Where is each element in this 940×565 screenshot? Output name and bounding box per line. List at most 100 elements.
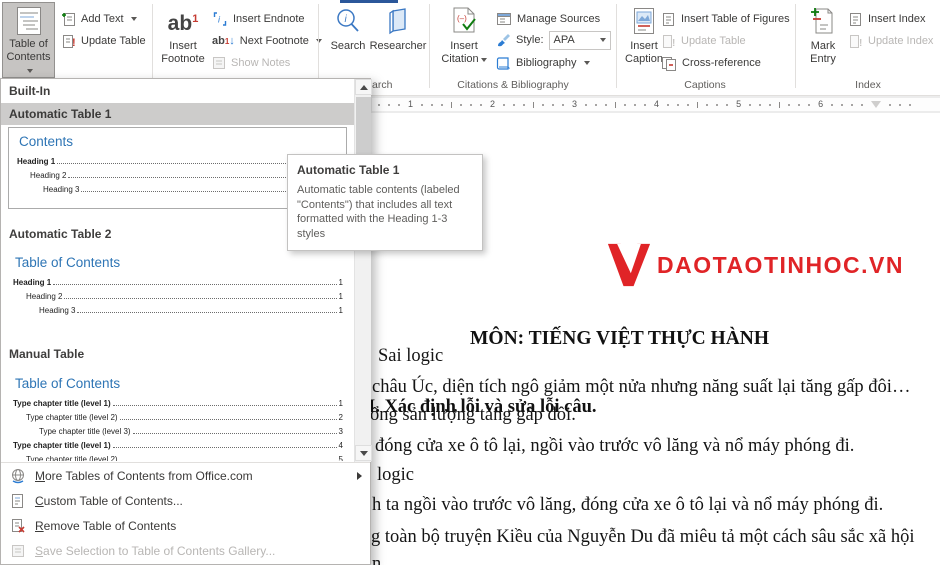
manage-sources-button[interactable]: Manage Sources <box>496 9 600 29</box>
researcher-button[interactable]: Researcher <box>370 2 426 78</box>
dot-leader <box>119 419 337 420</box>
ruler-number: 3 <box>572 99 578 109</box>
ruler-mark <box>779 101 781 108</box>
ruler-mark <box>808 103 811 106</box>
preview-row-label: Type chapter title (level 1) <box>13 441 111 450</box>
preview-page-number: 1 <box>338 278 343 287</box>
svg-text:(–): (–) <box>457 14 467 23</box>
insert-endnote-button[interactable]: i Insert Endnote <box>212 9 305 29</box>
custom-toc-icon <box>9 492 26 509</box>
update-table-captions-button: ! Update Table <box>661 31 746 51</box>
insert-index-icon <box>850 12 861 26</box>
ruler-mark <box>677 103 680 106</box>
preview-rows: Heading 1 1 Heading 2 1 Heading 3 1 <box>13 273 343 315</box>
insert-citation-icon: (–) <box>450 2 478 40</box>
ruler-mark <box>788 103 791 106</box>
gallery-preview-manual-table[interactable]: Table of Contents Type chapter title (le… <box>9 371 347 461</box>
ruler-number: 6 <box>818 99 824 109</box>
ruler-mark <box>889 103 892 106</box>
table-of-contents-button[interactable]: Table of Contents <box>2 2 55 78</box>
document-text-line[interactable]: đóng cửa xe ô tô lại, ngồi vào trước vô … <box>375 436 854 457</box>
preview-page-number: 2 <box>338 413 343 422</box>
cross-reference-button[interactable]: Cross-reference <box>661 53 761 73</box>
preview-row: Type chapter title (level 1) 1 <box>13 394 343 408</box>
preview-row-label: Heading 2 <box>26 292 63 301</box>
mark-entry-icon <box>810 2 836 40</box>
chevron-down-icon <box>599 38 606 42</box>
search-icon: i <box>334 2 362 40</box>
document-text-line[interactable]: g toàn bộ truyện Kiều của Nguyễn Du đã m… <box>371 527 915 548</box>
insert-table-of-figures-button[interactable]: Insert Table of Figures <box>661 9 790 29</box>
ruler-mark <box>378 103 380 106</box>
gallery-tooltip: Automatic Table 1 Automatic table conten… <box>287 154 483 251</box>
daotaotinhoc-logo: DAOTAOTINHOC.VN <box>607 241 904 289</box>
chevron-down-icon <box>480 58 487 62</box>
insert-citation-button[interactable]: (–) Insert Citation <box>437 2 491 78</box>
preview-row: Heading 3 1 <box>13 301 343 315</box>
indent-marker[interactable] <box>871 101 882 108</box>
gallery-preview-automatic-table-2[interactable]: Table of Contents Heading 1 1 Heading 2 1 He… <box>9 250 347 326</box>
ruler-mark <box>533 101 535 108</box>
menu-item-more-tables[interactable]: More Tables of Contents from Office.com <box>1 463 370 488</box>
document-text-line[interactable]: h ta ngồi vào trước vô lăng, đóng cửa xe… <box>372 495 883 516</box>
ruler-mark <box>749 103 752 106</box>
logo-v-icon <box>607 243 651 287</box>
style-select[interactable]: APA <box>548 30 611 50</box>
menu-item-remove-toc[interactable]: Remove Table of Contents <box>1 513 370 538</box>
mark-entry-button[interactable]: Mark Entry <box>800 2 846 78</box>
preview-page-number: 3 <box>338 427 343 436</box>
ruler-mark <box>899 103 902 106</box>
svg-text:i: i <box>345 14 348 25</box>
ruler-mark <box>431 103 434 106</box>
ruler-mark <box>697 101 699 108</box>
ruler-mark <box>831 103 834 106</box>
ruler-mark <box>398 103 400 106</box>
word-references-screen: DAOTAOTINHOC.VN MÔN: TIẾNG VIỆT THỰC HÀN… <box>0 0 940 565</box>
toc-button-label-1: Table of <box>9 38 48 50</box>
toc-dropdown-menu: More Tables of Contents from Office.com C… <box>1 463 370 563</box>
menu-item-custom-toc[interactable]: Custom Table of Contents... <box>1 488 370 513</box>
next-footnote-button[interactable]: ab1↓ Next Footnote <box>212 31 322 51</box>
ruler-mark <box>523 103 526 106</box>
document-text-line[interactable]: logic <box>377 465 414 486</box>
horizontal-ruler[interactable]: 1 2 3 4 5 6 <box>372 98 940 111</box>
chevron-down-icon <box>26 69 33 73</box>
gallery-item-automatic-table-2[interactable]: Automatic Table 2 <box>9 227 111 241</box>
search-button[interactable]: i Search <box>326 2 370 78</box>
next-footnote-icon: ab1↓ <box>212 35 235 47</box>
preview-row: Type chapter title (level 1) 4 <box>13 436 343 450</box>
ruler-mark <box>909 103 912 106</box>
style-brush-icon <box>498 33 510 46</box>
document-text-line[interactable]: châu Úc, diện tích ngô giảm một nửa nhưn… <box>372 377 910 398</box>
gallery-scrollbar[interactable] <box>354 79 372 462</box>
insert-footnote-button[interactable]: ab1 Insert Footnote <box>158 2 208 78</box>
document-text-line[interactable]: Sai logic <box>378 346 443 367</box>
update-table-button[interactable]: ! Update Table <box>60 31 146 51</box>
preview-row: Type chapter title (level 3) 3 <box>13 422 343 436</box>
logo-text: DAOTAOTINHOC.VN <box>657 251 904 278</box>
dot-leader <box>53 284 337 285</box>
scroll-down-button[interactable] <box>355 445 372 461</box>
document-text-line[interactable]: ổng sản lượng tăng gấp đôi. <box>370 405 576 426</box>
toc-gallery-dropdown: Built-In Automatic Table 1 Contents Head… <box>0 78 372 565</box>
manage-sources-icon <box>497 13 511 25</box>
scroll-up-button[interactable] <box>355 79 372 95</box>
gallery-item-automatic-table-1[interactable]: Automatic Table 1 <box>1 103 354 125</box>
group-divider <box>795 4 796 88</box>
add-text-button[interactable]: Add Text <box>60 9 137 29</box>
bibliography-button[interactable]: Bibliography <box>496 53 590 73</box>
ruler-number: 5 <box>736 99 742 109</box>
ruler-mark <box>460 103 463 106</box>
style-row: Style: APA <box>496 30 611 50</box>
gallery-item-manual-table[interactable]: Manual Table <box>9 347 84 361</box>
update-index-icon: ! <box>850 34 862 49</box>
preview-title: Table of Contents <box>15 376 121 391</box>
dot-leader <box>112 405 337 406</box>
ruler-mark <box>841 103 844 106</box>
document-title[interactable]: MÔN: TIẾNG VIỆT THỰC HÀNH <box>470 328 769 350</box>
ruler-mark <box>798 103 801 106</box>
insert-index-button[interactable]: Insert Index <box>848 9 925 29</box>
preview-page-number: 1 <box>338 292 343 301</box>
ruler-mark <box>451 101 453 108</box>
document-text-line[interactable]: n <box>372 554 381 565</box>
